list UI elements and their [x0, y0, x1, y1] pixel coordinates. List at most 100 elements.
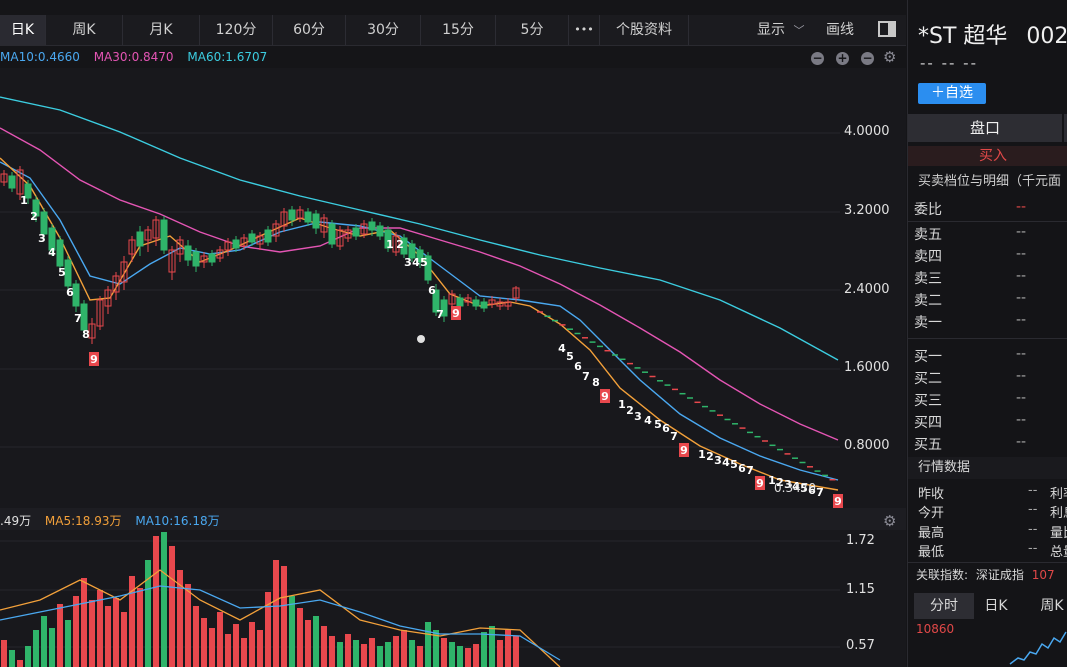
- sell-value: --: [1016, 290, 1027, 306]
- volume-bar: [97, 590, 103, 667]
- td-nine-label: 9: [834, 495, 842, 508]
- buy-label: 买三: [914, 393, 942, 409]
- mini-tab-week-k[interactable]: 周K: [1030, 593, 1067, 619]
- sell-value: --: [1016, 268, 1027, 284]
- volume-bar: [329, 636, 335, 667]
- candle-body: [248, 233, 256, 243]
- quote-sidepanel: *ST 超华 0022 -- -- -- ＋自选 盘口 买入 买卖档位与明细（千…: [907, 0, 1067, 667]
- buy-row[interactable]: 买五 --: [914, 434, 1026, 454]
- volume-bar: [313, 616, 319, 667]
- sell-row[interactable]: 卖二 --: [914, 290, 1026, 310]
- cursor-dot: [417, 335, 425, 343]
- add-watchlist-button[interactable]: ＋自选: [918, 83, 986, 104]
- volume-bar: [337, 642, 343, 667]
- td-sequence-digit: 4: [722, 456, 730, 469]
- volume-bar: [497, 640, 503, 667]
- volume-bar: [449, 642, 455, 667]
- volume-bar: [209, 628, 215, 667]
- candle-body: [312, 213, 320, 229]
- td-sequence-digit: 2: [626, 404, 634, 417]
- volume-bar: [473, 644, 479, 667]
- volume-bar: [225, 634, 231, 667]
- buy-row[interactable]: 买一 --: [914, 346, 1026, 366]
- volume-bar: [425, 622, 431, 667]
- buy-value: --: [1016, 434, 1027, 450]
- td-sequence-digit: 6: [662, 422, 670, 435]
- y-tick-4: 4.0000: [844, 124, 890, 139]
- divider: [908, 338, 1067, 339]
- candlestick-chart[interactable]: 1234567891 23 4 567 94567 891 2 3 4 5 679 1 2 3 4 5 6 79 1…: [0, 0, 906, 667]
- sell-row[interactable]: 卖四 --: [914, 246, 1026, 266]
- quote-value: --: [1028, 483, 1038, 498]
- mini-tab-day-k[interactable]: 日K: [974, 593, 1018, 619]
- buy-button[interactable]: 买入: [908, 146, 1067, 166]
- buy-value: --: [1016, 412, 1027, 428]
- td-sequence-digit: 1: [698, 448, 706, 461]
- buy-row[interactable]: 买二 --: [914, 368, 1026, 388]
- volume-bar: [57, 604, 63, 667]
- vol-tick-1-72: 1.72: [846, 533, 875, 548]
- candle-body: [56, 239, 64, 267]
- volume-bar: [185, 584, 191, 667]
- candle-body: [480, 301, 488, 309]
- vol-legend: .49万: [0, 514, 32, 528]
- sell-row[interactable]: 卖一 --: [914, 312, 1026, 332]
- quote-label: 最低: [918, 545, 945, 560]
- weibi-value: --: [1016, 199, 1027, 215]
- mini-tab-intraday[interactable]: 分时: [914, 593, 974, 619]
- buy-row[interactable]: 买三 --: [914, 390, 1026, 410]
- td-sequence-digit: 6: [574, 360, 582, 373]
- td-sequence-digit: 2: [30, 210, 38, 223]
- buy-row[interactable]: 买四 --: [914, 412, 1026, 432]
- candle-body: [264, 229, 272, 243]
- volume-bar: [145, 560, 151, 667]
- buy-value: --: [1016, 368, 1027, 384]
- sell-label: 卖二: [914, 293, 942, 309]
- td-sequence-digit: 7: [436, 308, 444, 321]
- volume-bar: [169, 546, 175, 667]
- quote-label-2: 利率: [1050, 487, 1067, 502]
- candle-body: [208, 253, 216, 263]
- volume-bar: [465, 648, 471, 667]
- td-sequence-digit: 5: [654, 418, 662, 431]
- y-tick-0-8: 0.8000: [844, 438, 890, 453]
- quote-label-2: 总量: [1050, 545, 1067, 560]
- candle-body: [472, 299, 480, 307]
- y-tick-3-2: 3.2000: [844, 203, 890, 218]
- volume-bar: [385, 642, 391, 667]
- td-sequence-digit: 7: [74, 312, 82, 325]
- related-index[interactable]: 关联指数: 深证成指 107: [916, 566, 1055, 583]
- candle-body: [8, 175, 16, 189]
- sell-label: 卖四: [914, 249, 942, 265]
- td-sequence-digit: 5: [420, 256, 428, 269]
- volume-bar: [441, 638, 447, 667]
- quote-label: 昨收: [918, 487, 945, 502]
- sell-value: --: [1016, 246, 1027, 262]
- tab-order-book[interactable]: 盘口: [908, 114, 1062, 142]
- candle-body: [136, 231, 144, 247]
- price-placeholder: -- -- --: [920, 54, 979, 72]
- volume-bar: [81, 578, 87, 667]
- price-panel-bg: [0, 68, 906, 508]
- sell-row[interactable]: 卖五 --: [914, 224, 1026, 244]
- candle-body: [456, 297, 464, 307]
- sell-value: --: [1016, 224, 1027, 240]
- td-nine-label: 9: [90, 353, 98, 366]
- volume-bar: [201, 618, 207, 667]
- volume-bar: [33, 630, 39, 667]
- sell-row[interactable]: 卖三 --: [914, 268, 1026, 288]
- quote-row: 最高 -- 量比: [918, 522, 1067, 541]
- stock-code: 0022: [1026, 24, 1067, 49]
- volume-bar: [49, 628, 55, 667]
- buy-value: --: [1016, 346, 1027, 362]
- order-detail-header: 买卖档位与明细（千元面: [918, 174, 1062, 189]
- volume-bar: [369, 638, 375, 667]
- y-tick-2-4: 2.4000: [844, 282, 890, 297]
- candle-body: [232, 239, 240, 249]
- last-price-label: 0.3470: [774, 481, 816, 495]
- td-sequence-digit: 5: [58, 266, 66, 279]
- volume-bar: [137, 588, 143, 667]
- index-name: 深证成指: [975, 568, 1024, 582]
- sell-label: 卖五: [914, 227, 942, 243]
- volume-gear-icon[interactable]: ⚙: [883, 512, 896, 530]
